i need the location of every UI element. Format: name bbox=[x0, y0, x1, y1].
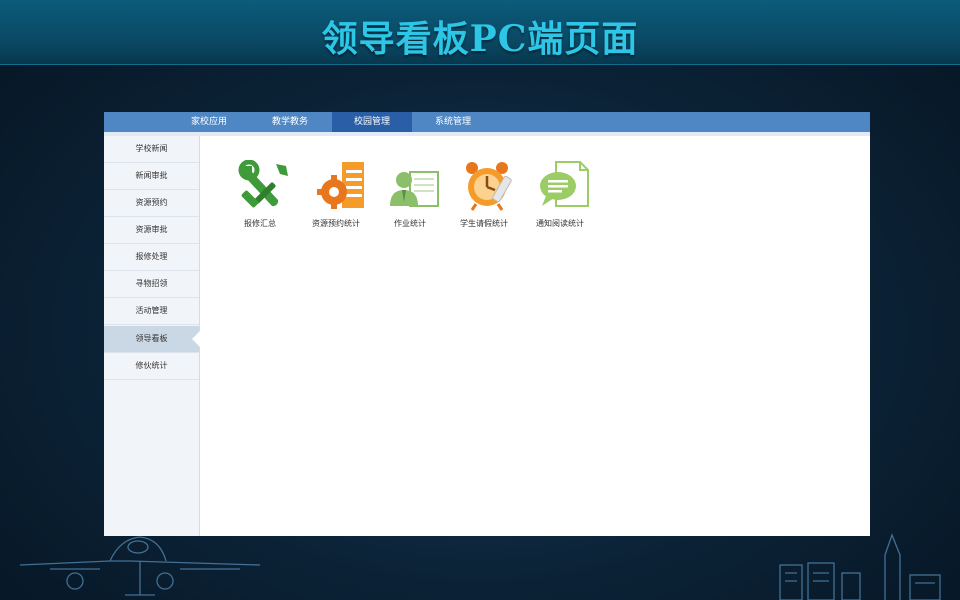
top-nav: 家校应用 教学教务 校园管理 系统管理 bbox=[104, 112, 870, 132]
alarm-clock-icon bbox=[466, 162, 512, 211]
gear-document-icon bbox=[317, 162, 364, 209]
sidebar-item-repair[interactable]: 报修处理 bbox=[104, 244, 199, 271]
sidebar-item-leader-dashboard[interactable]: 领导看板 bbox=[104, 326, 200, 353]
tile-homework-stats[interactable]: 作业统计 bbox=[374, 160, 446, 232]
sidebar-item-school-news[interactable]: 学校新闻 bbox=[104, 136, 199, 163]
tile-label: 通知阅读统计 bbox=[536, 219, 584, 228]
tile-repair-summary[interactable]: 报修汇总 bbox=[224, 160, 296, 232]
sidebar-item-resource-approval[interactable]: 资源审批 bbox=[104, 217, 199, 244]
tile-student-leave-stats[interactable]: 学生请假统计 bbox=[448, 160, 520, 232]
wrench-screwdriver-icon bbox=[238, 160, 288, 208]
sidebar-item-stats[interactable]: 修伙统计 bbox=[104, 353, 199, 380]
skyline-decoration bbox=[779, 533, 941, 600]
airplane-decoration bbox=[20, 536, 261, 596]
sidebar-item-news-approval[interactable]: 新闻审批 bbox=[104, 163, 199, 190]
tab-system-management[interactable]: 系统管理 bbox=[413, 112, 493, 132]
page-title: 领导看板PC端页面 bbox=[321, 18, 639, 60]
tile-notice-reading-stats[interactable]: 通知阅读统计 bbox=[524, 160, 596, 232]
tab-campus-management[interactable]: 校园管理 bbox=[332, 112, 412, 132]
dashboard-content: 报修汇总 资源预约统计 作业统计 学生请假统计 通知阅读统计 bbox=[200, 136, 870, 536]
person-board-icon bbox=[390, 171, 439, 207]
tab-home-school[interactable]: 家校应用 bbox=[169, 112, 249, 132]
tile-resource-booking-stats[interactable]: 资源预约统计 bbox=[300, 160, 372, 232]
active-indicator-arrow bbox=[192, 331, 200, 347]
sidebar-item-label: 领导看板 bbox=[135, 334, 168, 343]
sidebar-item-activities[interactable]: 活动管理 bbox=[104, 298, 199, 325]
sidebar-item-resource-booking[interactable]: 资源预约 bbox=[104, 190, 199, 217]
sidebar-item-lost-found[interactable]: 寻物招领 bbox=[104, 271, 199, 298]
title-banner: 领导看板PC端页面 bbox=[0, 0, 960, 65]
sidebar: 学校新闻 新闻审批 资源预约 资源审批 报修处理 寻物招领 活动管理 领导看板 … bbox=[104, 136, 200, 536]
app-window: 家校应用 教学教务 校园管理 系统管理 学校新闻 新闻审批 资源预约 资源审批 … bbox=[104, 112, 870, 536]
chat-document-icon bbox=[540, 161, 589, 207]
tab-teaching[interactable]: 教学教务 bbox=[250, 112, 330, 132]
